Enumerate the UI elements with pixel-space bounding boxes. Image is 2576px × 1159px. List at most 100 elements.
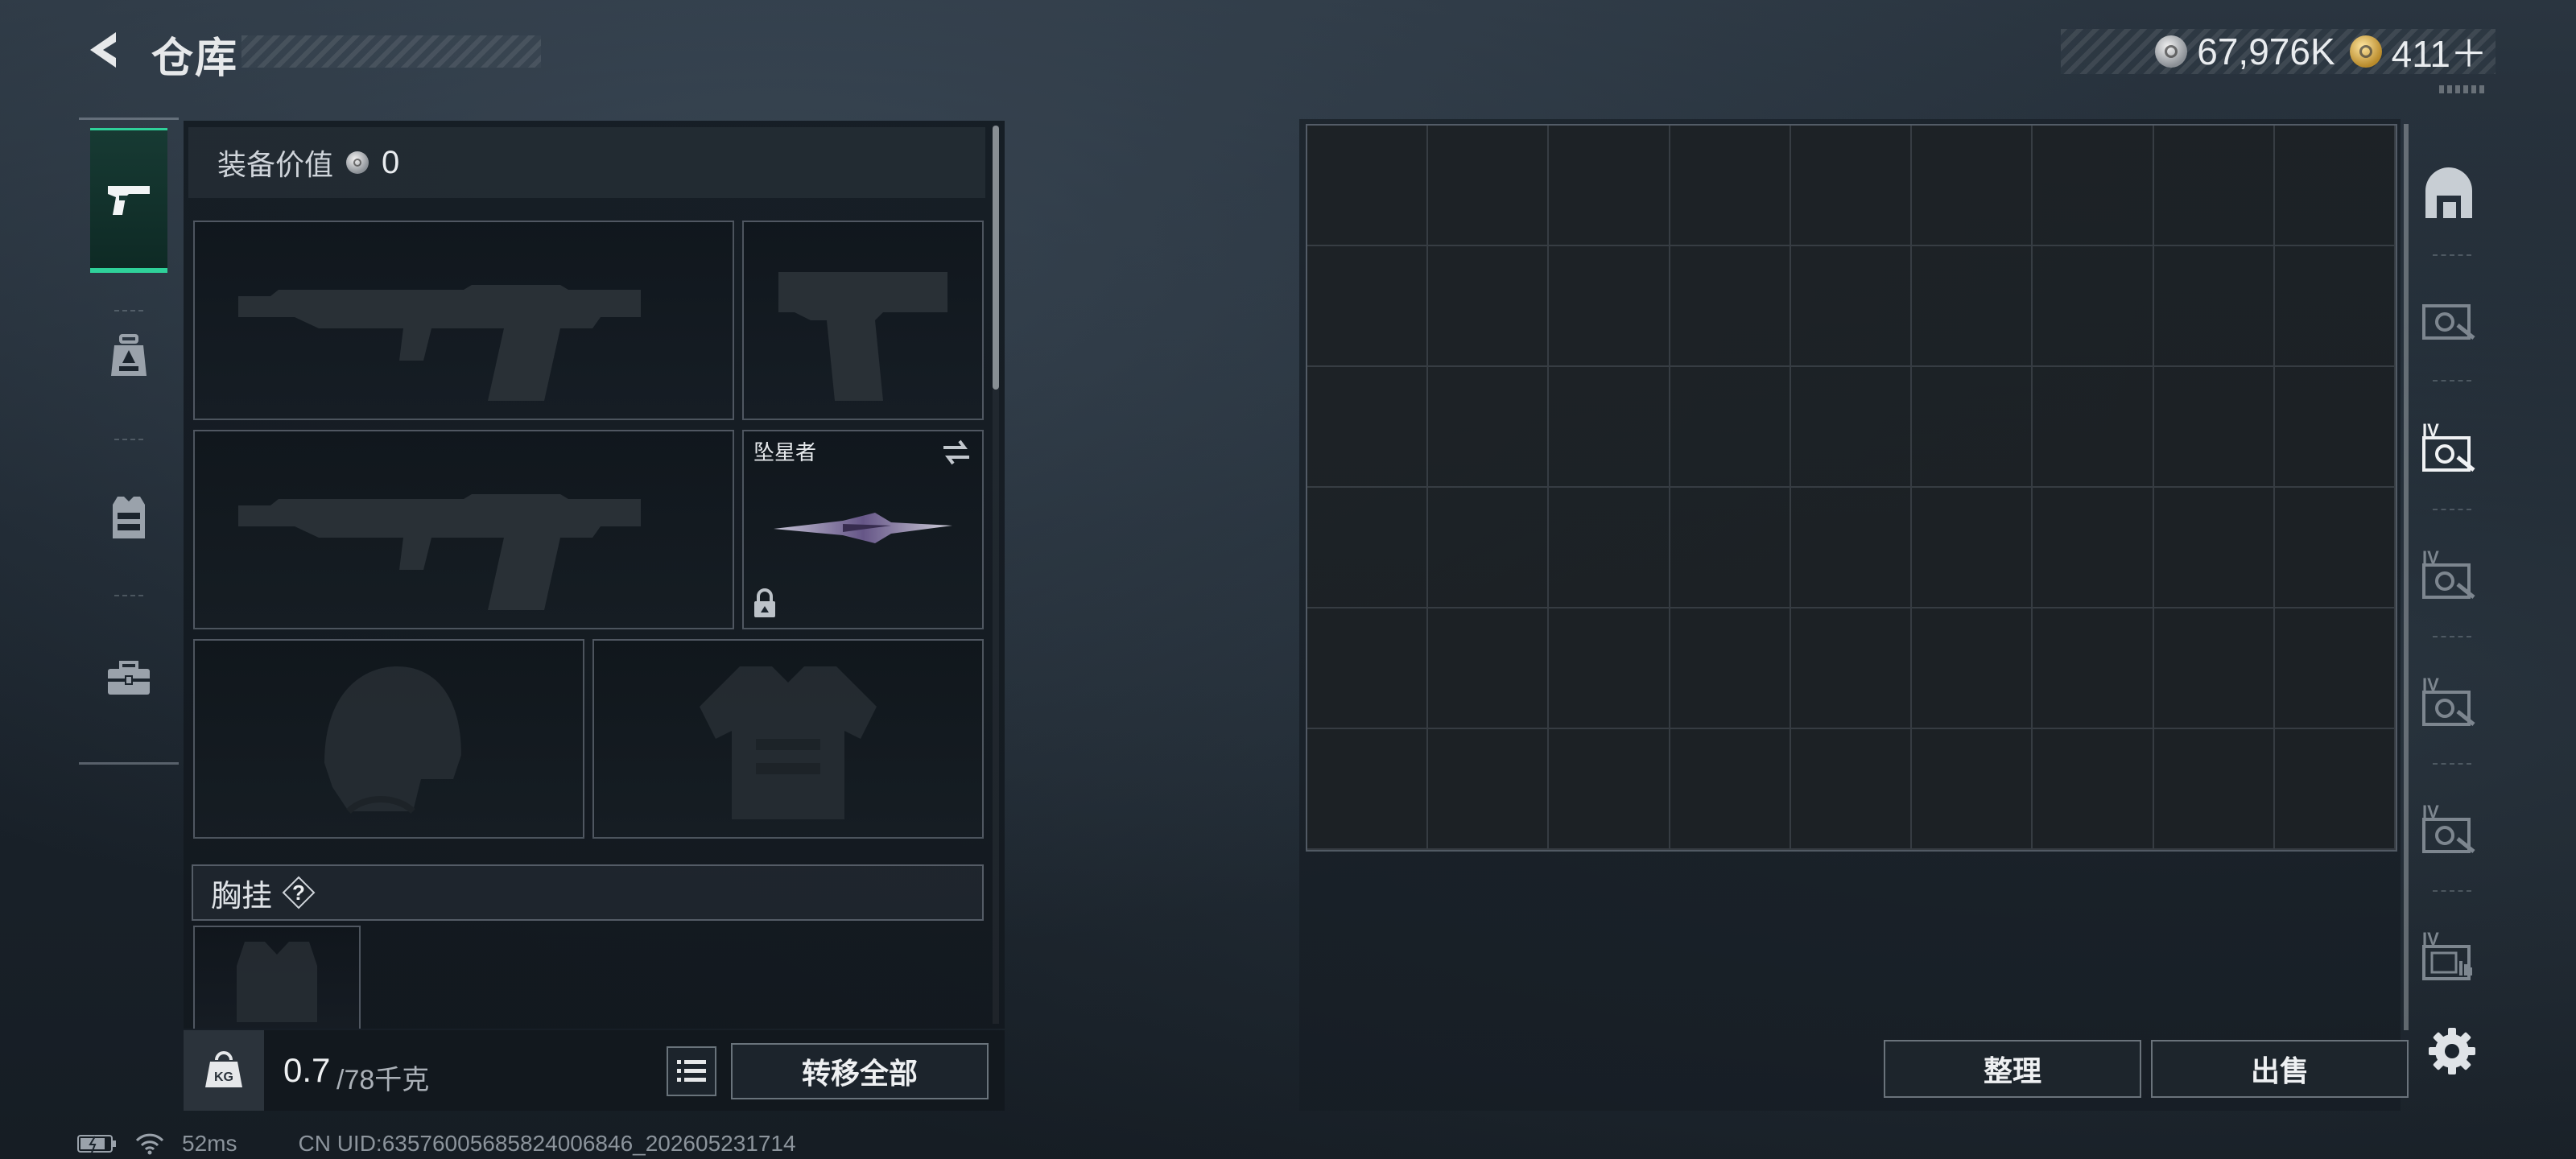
sort-button[interactable]: 整理 [1884, 1040, 2141, 1098]
storage-cell[interactable] [1428, 367, 1550, 488]
storage-cell[interactable] [1428, 729, 1550, 850]
storage-cell[interactable] [2274, 367, 2396, 488]
category-tab-chest-rig[interactable] [90, 445, 167, 590]
category-tab-toolbox[interactable] [90, 606, 167, 751]
scrollbar-thumb[interactable] [993, 126, 999, 390]
category-tab-weapons[interactable] [90, 128, 167, 273]
melee-weapon-name: 坠星者 [753, 440, 817, 464]
storage-tab-unit-4[interactable]: IV [2410, 645, 2487, 758]
body-armor-slot[interactable] [592, 639, 984, 839]
storage-tab-unit-3[interactable]: IV [2410, 518, 2487, 631]
storage-tab-unit-5[interactable]: IV [2410, 773, 2487, 885]
storage-cell[interactable] [2274, 608, 2396, 729]
storage-cell[interactable] [1670, 488, 1791, 608]
sell-button[interactable]: 出售 [2151, 1040, 2409, 1098]
storage-cell[interactable] [1307, 126, 1429, 246]
storage-cell[interactable] [1549, 608, 1670, 729]
storage-tab-unit-1[interactable] [2410, 262, 2487, 375]
storage-cell[interactable] [1549, 367, 1670, 488]
storage-cell[interactable] [2274, 488, 2396, 608]
storage-cell[interactable] [1670, 246, 1791, 367]
storage-cell[interactable] [2033, 608, 2154, 729]
chest-rig-header: 胸挂 ? [192, 864, 984, 921]
storage-tab-unit-2[interactable]: IV [2410, 391, 2487, 504]
storage-cell[interactable] [1307, 488, 1429, 608]
storage-cell[interactable] [1912, 367, 2033, 488]
list-view-button[interactable] [667, 1046, 716, 1096]
storage-cell[interactable] [2153, 729, 2275, 850]
storage-cell[interactable] [1670, 367, 1791, 488]
storage-cell[interactable] [1307, 367, 1429, 488]
help-icon[interactable]: ? [282, 876, 316, 909]
storage-cell[interactable] [1428, 608, 1550, 729]
knife-icon [774, 513, 952, 543]
secondary-weapon-slot[interactable] [742, 221, 984, 420]
storage-cell[interactable] [1790, 367, 1913, 488]
storage-tabs: IV IV IV IV IV [2404, 124, 2487, 1030]
storage-cell[interactable] [2033, 246, 2154, 367]
chest-rig-label: 胸挂 [211, 879, 273, 914]
storage-cell[interactable] [1912, 608, 2033, 729]
storage-cell[interactable] [1670, 126, 1791, 246]
transfer-all-button[interactable]: 转移全部 [731, 1043, 989, 1099]
storage-cell[interactable] [2274, 729, 2396, 850]
storage-cell[interactable] [1307, 246, 1429, 367]
silver-coin-icon [346, 151, 369, 174]
primary-weapon-slot[interactable] [193, 221, 734, 420]
back-button[interactable] [77, 24, 129, 76]
storage-cell[interactable] [1670, 608, 1791, 729]
storage-cell[interactable] [1428, 126, 1550, 246]
status-bar: 52ms CN UID:63576005685824006846_2026052… [77, 1130, 963, 1157]
storage-cell[interactable] [2153, 367, 2275, 488]
currency-bar: 67,976K 411＋ [2061, 29, 2496, 75]
chest-rig-slot[interactable] [193, 926, 361, 1029]
storage-cell[interactable] [1670, 729, 1791, 850]
equipment-value-bar: 装备价值 0 [188, 127, 985, 198]
storage-cell[interactable] [1549, 488, 1670, 608]
wifi-icon [135, 1133, 164, 1155]
storage-cell[interactable] [1790, 126, 1913, 246]
storage-cell[interactable] [1549, 246, 1670, 367]
storage-grid[interactable] [1306, 124, 2397, 852]
gold-currency[interactable]: 411＋ [2349, 25, 2487, 78]
storage-cell[interactable] [1912, 246, 2033, 367]
storage-cell[interactable] [2033, 126, 2154, 246]
weight-max: /78千克 [336, 1065, 430, 1095]
storage-cell[interactable] [2033, 367, 2154, 488]
storage-cell[interactable] [2153, 126, 2275, 246]
storage-cell[interactable] [1790, 488, 1913, 608]
storage-cell[interactable] [2153, 488, 2275, 608]
storage-cell[interactable] [1549, 126, 1670, 246]
storage-cell[interactable] [1912, 488, 2033, 608]
melee-weapon-slot[interactable]: 坠星者 [742, 430, 984, 629]
storage-cell[interactable] [1790, 729, 1913, 850]
storage-cell[interactable] [1549, 729, 1670, 850]
storage-cell[interactable] [1428, 246, 1550, 367]
helmet-slot[interactable] [193, 639, 584, 839]
storage-cell[interactable] [1912, 126, 2033, 246]
storage-cell[interactable] [2033, 729, 2154, 850]
storage-cell[interactable] [1790, 608, 1913, 729]
second-primary-weapon-slot[interactable] [193, 430, 734, 629]
storage-tab-home[interactable] [2410, 138, 2487, 251]
category-tab-backpack[interactable] [90, 284, 167, 429]
rifle-silhouette-icon [238, 494, 641, 610]
storage-cell[interactable] [1307, 729, 1429, 850]
gear-icon [2429, 1028, 2475, 1074]
header: 仓库 67,976K 411＋ [0, 0, 2576, 113]
silver-currency[interactable]: 67,976K [2155, 30, 2335, 73]
storage-tabs-line [2404, 124, 2409, 1030]
storage-cell[interactable] [2274, 246, 2396, 367]
settings-button[interactable] [2423, 1022, 2481, 1080]
gold-currency-value: 411＋ [2391, 33, 2487, 75]
storage-tab-unit-6[interactable]: IV [2410, 900, 2487, 1013]
storage-cell[interactable] [2033, 488, 2154, 608]
storage-cell[interactable] [2274, 126, 2396, 246]
swap-icon[interactable] [940, 438, 972, 471]
storage-cell[interactable] [1790, 246, 1913, 367]
storage-cell[interactable] [1307, 608, 1429, 729]
storage-cell[interactable] [2153, 608, 2275, 729]
storage-cell[interactable] [1912, 729, 2033, 850]
storage-cell[interactable] [1428, 488, 1550, 608]
storage-cell[interactable] [2153, 246, 2275, 367]
